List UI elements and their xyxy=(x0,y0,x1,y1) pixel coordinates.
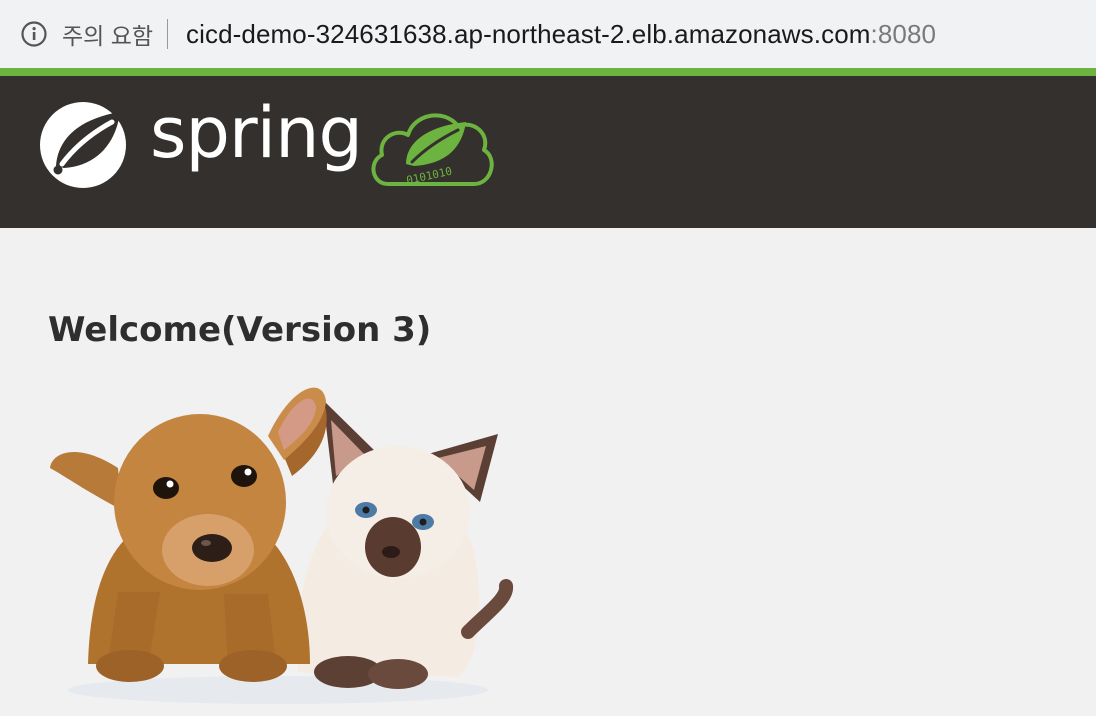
cloud-leaf-icon: 0101010 xyxy=(371,113,494,187)
info-icon[interactable] xyxy=(20,20,48,48)
spring-logo-text: spring xyxy=(150,92,363,174)
security-label[interactable]: 주의 요함 xyxy=(62,17,153,51)
url-text[interactable]: cicd-demo-324631638.ap-northeast-2.elb.a… xyxy=(186,19,936,50)
pets-image xyxy=(50,387,514,704)
address-bar[interactable]: 주의 요함 cicd-demo-324631638.ap-northeast-2… xyxy=(0,0,1096,68)
page-title: Welcome(Version 3) xyxy=(48,310,432,350)
spring-navbar: spring 0101010 xyxy=(0,76,1096,228)
url-port: :8080 xyxy=(870,18,937,49)
accent-bar xyxy=(0,68,1096,76)
divider xyxy=(167,19,169,49)
url-host: cicd-demo-324631638.ap-northeast-2.elb.a… xyxy=(186,18,871,49)
spring-leaf-icon[interactable] xyxy=(38,96,132,190)
